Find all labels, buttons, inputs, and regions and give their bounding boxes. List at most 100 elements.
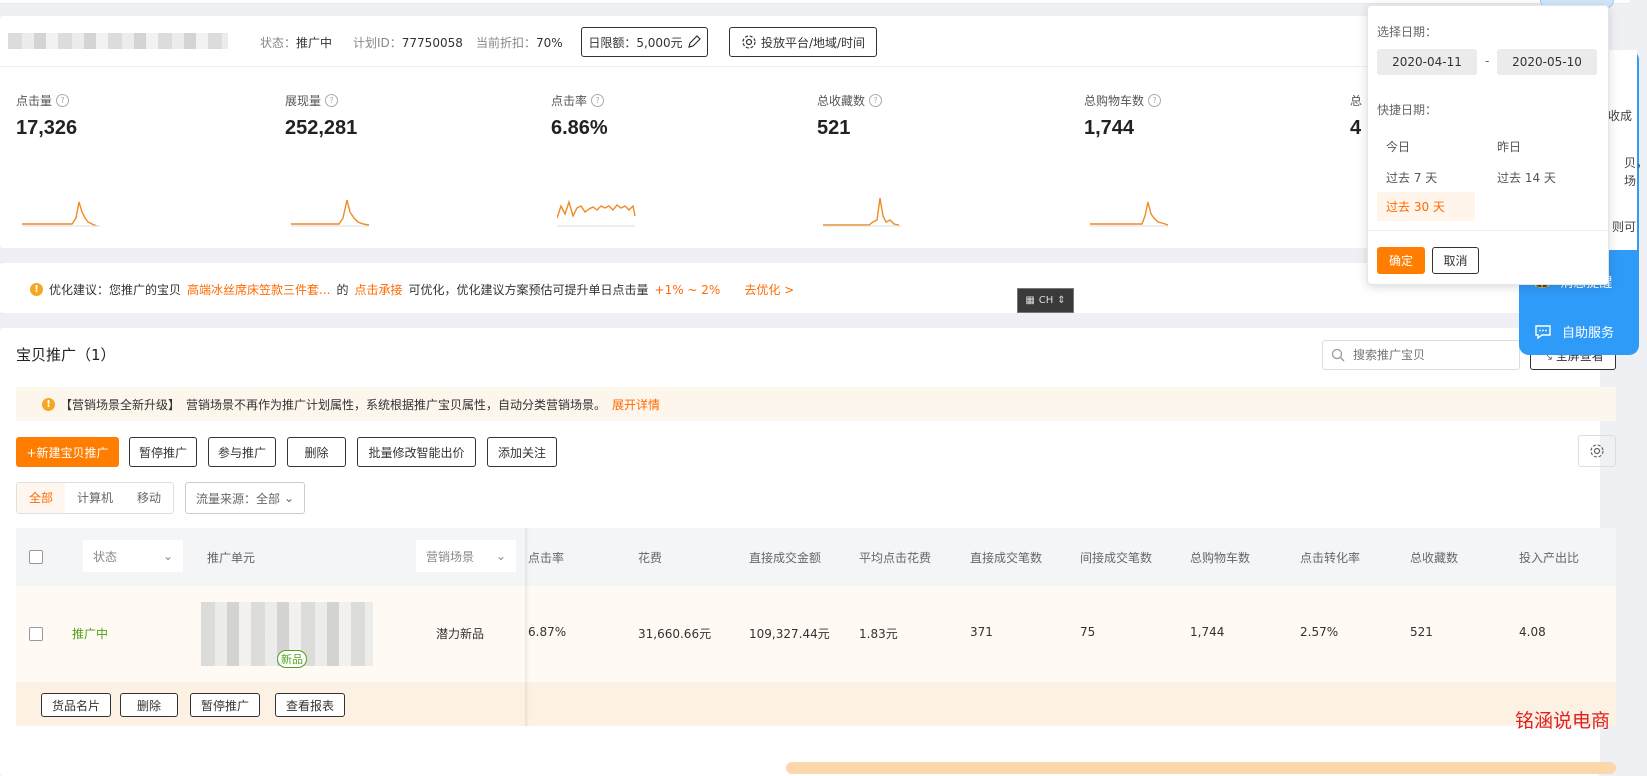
batch-bid-button[interactable]: 批量修改智能出价 xyxy=(357,437,476,467)
cancel-button[interactable]: 取消 xyxy=(1432,247,1479,274)
platform-settings-button[interactable]: 投放平台/地域/时间 xyxy=(729,27,877,57)
metric-clicks: 点击量? 17,326 xyxy=(16,92,236,227)
column-settings-button[interactable] xyxy=(1578,435,1616,467)
date-picker-divider xyxy=(1368,230,1608,231)
metric-value: 252,281 xyxy=(285,117,358,139)
chevron-down-icon: ⌄ xyxy=(284,491,295,505)
help-icon[interactable]: ? xyxy=(591,94,605,107)
help-icon[interactable]: ? xyxy=(869,94,883,107)
daily-limit-label: 日限额：5,000元 xyxy=(588,35,683,50)
quick-yesterday[interactable]: 昨日 xyxy=(1497,138,1521,155)
column-cvr[interactable]: 点击转化率 xyxy=(1300,549,1360,566)
start-date-input[interactable]: 2020-04-11 xyxy=(1377,49,1477,75)
row-pause-button[interactable]: 暂停推广 xyxy=(190,693,260,717)
segment-computer[interactable]: 计算机 xyxy=(65,483,125,513)
column-roi[interactable]: 投入产出比 xyxy=(1519,549,1579,566)
list-title: 宝贝推广（1） xyxy=(16,346,116,364)
horizontal-scrollbar[interactable] xyxy=(786,762,1616,774)
search-box[interactable] xyxy=(1322,340,1520,370)
sparkline-chart xyxy=(22,201,100,227)
search-icon xyxy=(1331,348,1345,362)
view-report-button[interactable]: 查看报表 xyxy=(275,693,345,717)
help-icon[interactable]: ? xyxy=(56,94,70,107)
add-follow-button[interactable]: 添加关注 xyxy=(487,437,557,467)
column-avg-cpc[interactable]: 平均点击花费 xyxy=(859,549,931,566)
plan-status: 状态：推广中 xyxy=(260,36,333,50)
row-scene: 潜力新品 xyxy=(436,627,485,641)
uplift-range: +1% ~ 2% xyxy=(654,282,721,297)
metric-favorites: 总收藏数? 521 xyxy=(817,92,1037,227)
chevron-down-icon: ⌄ xyxy=(495,549,506,563)
column-cost[interactable]: 花费 xyxy=(638,549,662,566)
metric-ctr: 点击率? 6.86% xyxy=(551,92,771,227)
sparkline-chart xyxy=(557,199,636,227)
column-status: 状态 xyxy=(93,549,118,564)
help-icon[interactable]: ? xyxy=(325,94,339,107)
quick-today[interactable]: 今日 xyxy=(1386,138,1410,155)
segment-all[interactable]: 全部 xyxy=(17,483,66,513)
scene-filter[interactable]: 营销场景 ⌄ xyxy=(416,540,516,572)
column-direct-amount[interactable]: 直接成交金额 xyxy=(749,549,821,566)
suggestion-text: 的 xyxy=(336,283,349,297)
expand-details-link[interactable]: 展开详情 xyxy=(612,396,660,413)
column-indirect-orders[interactable]: 间接成交笔数 xyxy=(1080,549,1152,566)
column-carts[interactable]: 总购物车数 xyxy=(1190,549,1250,566)
go-optimize-link[interactable]: 去优化 > xyxy=(744,281,794,298)
plan-overview-card: 状态：推广中 计划ID：77750058 当前折扣：70% 日限额：5,000元… xyxy=(0,16,1600,248)
ime-label: CH xyxy=(1038,295,1054,306)
gear-icon xyxy=(1590,444,1604,458)
help-icon[interactable]: ? xyxy=(1148,94,1162,107)
column-direct-orders[interactable]: 直接成交笔数 xyxy=(970,549,1042,566)
suggestion-prefix: 优化建议：您推广的宝贝 xyxy=(49,283,182,297)
side-text: 贝， xyxy=(1624,156,1647,170)
item-link[interactable]: 高端冰丝席床笠款三件套... xyxy=(187,281,330,298)
quick-14-days[interactable]: 过去 14 天 xyxy=(1497,169,1556,186)
metric-value: 6.86% xyxy=(551,117,608,139)
platform-settings-label: 投放平台/地域/时间 xyxy=(760,35,866,50)
notice-tag: 【营销场景全新升级】 xyxy=(60,397,181,412)
metric-impressions: 展现量? 252,281 xyxy=(285,92,505,227)
quick-7-days[interactable]: 过去 7 天 xyxy=(1386,169,1437,186)
new-product-badge: 新品 xyxy=(277,650,307,668)
side-item-self-service[interactable]: 自助服务 xyxy=(1534,322,1614,341)
side-text: 场 xyxy=(1624,174,1637,188)
join-button[interactable]: 参与推广 xyxy=(208,437,276,467)
row-delete-button[interactable]: 删除 xyxy=(120,693,178,717)
select-all-checkbox[interactable] xyxy=(29,550,43,564)
top-strip xyxy=(0,0,1630,4)
product-card-button[interactable]: 货品名片 xyxy=(41,693,111,717)
delete-button[interactable]: 删除 xyxy=(287,437,346,467)
daily-limit-button[interactable]: 日限额：5,000元 xyxy=(581,27,708,57)
row-ctr: 6.87% xyxy=(528,625,567,639)
row-checkbox[interactable] xyxy=(29,627,43,641)
traffic-source-value: 流量来源：全部 xyxy=(196,491,281,506)
traffic-source-select[interactable]: 流量来源：全部 ⌄ xyxy=(185,482,305,514)
column-scene: 营销场景 xyxy=(426,549,475,564)
side-text: 收成 xyxy=(1608,109,1633,123)
ime-indicator[interactable]: ▦ CH ⇕ xyxy=(1017,288,1074,313)
metric-label: 总购物车数 xyxy=(1084,94,1145,108)
metric-value: 17,326 xyxy=(16,117,78,139)
suggestion-text: 可优化，优化建议方案预估可提升单日点击量 xyxy=(408,283,649,297)
new-promotion-button[interactable]: +新建宝贝推广 xyxy=(16,437,119,467)
chat-icon xyxy=(1535,324,1551,339)
row-favs: 521 xyxy=(1410,625,1433,639)
segment-mobile[interactable]: 移动 xyxy=(125,483,173,513)
column-favs[interactable]: 总收藏数 xyxy=(1410,549,1458,566)
notice-text: 营销场景不再作为推广计划属性，系统根据推广宝贝属性，自动分类营销场景。 xyxy=(186,397,607,412)
plan-name-blurred xyxy=(8,33,228,49)
plan-id: 计划ID：77750058 xyxy=(353,36,463,50)
status-filter[interactable]: 状态 ⌄ xyxy=(83,540,183,572)
column-ctr[interactable]: 点击率 xyxy=(528,549,564,566)
row-status: 推广中 xyxy=(72,627,109,641)
date-select-label: 选择日期： xyxy=(1377,25,1438,39)
end-date-input[interactable]: 2020-05-10 xyxy=(1497,49,1597,75)
search-input[interactable] xyxy=(1351,347,1515,363)
pause-button[interactable]: 暂停推广 xyxy=(129,437,197,467)
click-receive-link[interactable]: 点击承接 xyxy=(354,281,402,298)
row-carts: 1,744 xyxy=(1190,625,1225,639)
metric-label: 点击量 xyxy=(16,94,53,108)
confirm-button[interactable]: 确定 xyxy=(1377,247,1425,274)
warning-icon: ! xyxy=(42,397,55,411)
quick-30-days[interactable]: 过去 30 天 xyxy=(1377,192,1475,221)
